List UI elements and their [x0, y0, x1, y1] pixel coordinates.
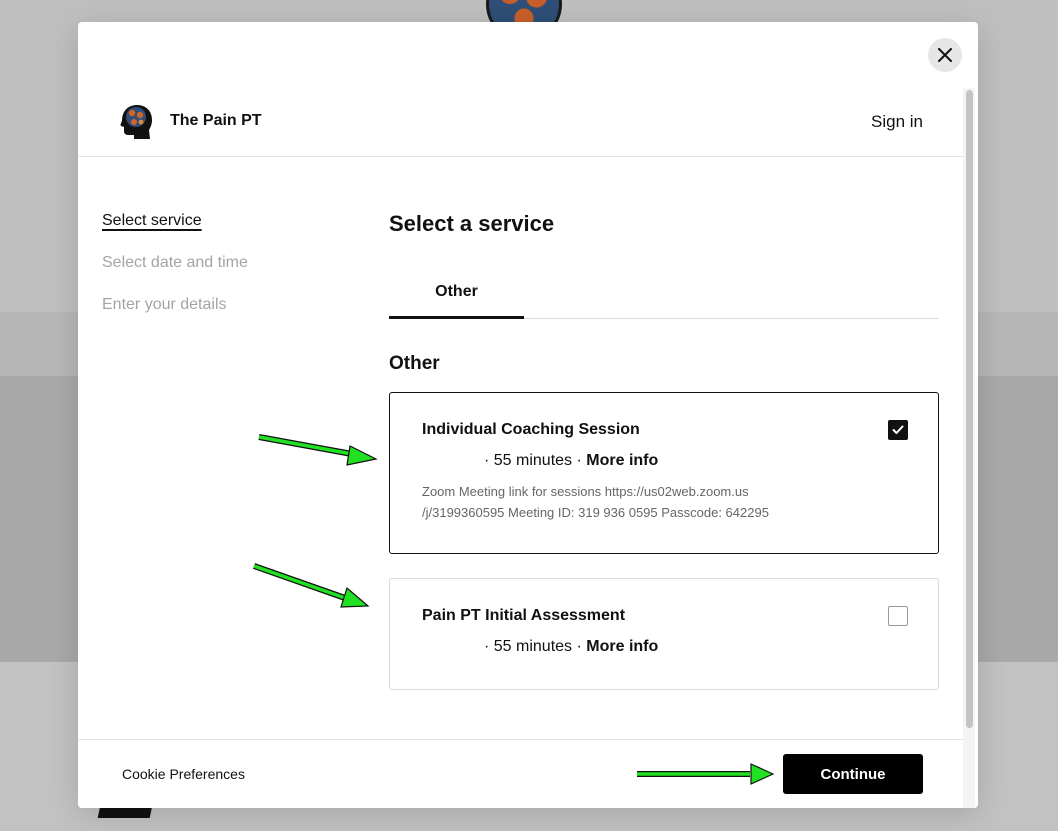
- continue-button[interactable]: Continue: [783, 754, 923, 794]
- scrollbar-thumb[interactable]: [966, 90, 973, 728]
- service-card-initial-assessment[interactable]: Pain PT Initial Assessment · 55 minutes …: [389, 578, 939, 690]
- step-select-service[interactable]: Select service: [102, 211, 248, 253]
- service-card-individual-coaching[interactable]: Individual Coaching Session · 55 minutes…: [389, 392, 939, 554]
- service-duration: · 55 minutes ·: [484, 452, 587, 469]
- service-meta: · 55 minutes · More info: [484, 452, 658, 470]
- cookie-preferences-link[interactable]: Cookie Preferences: [122, 766, 245, 782]
- step-label: Select date and time: [102, 254, 248, 271]
- tab-other[interactable]: Other: [389, 273, 524, 319]
- sign-in-link[interactable]: Sign in: [871, 112, 923, 132]
- step-label: Enter your details: [102, 296, 227, 313]
- brand-name: The Pain PT: [170, 112, 262, 129]
- booking-modal: The Pain PT Sign in Select service Selec…: [78, 22, 978, 808]
- close-icon: [938, 48, 952, 62]
- service-name: Individual Coaching Session: [422, 421, 640, 438]
- more-info-link[interactable]: More info: [586, 452, 658, 469]
- service-checkbox[interactable]: [888, 420, 908, 440]
- more-info-link[interactable]: More info: [586, 638, 658, 655]
- modal-footer: Cookie Preferences Continue: [78, 739, 963, 808]
- modal-header: The Pain PT Sign in: [78, 88, 963, 157]
- page-title: Select a service: [389, 211, 555, 236]
- step-label: Select service: [102, 212, 202, 229]
- category-tabs: Other: [389, 273, 939, 319]
- step-navigation: Select service Select date and time Ente…: [102, 211, 248, 337]
- service-description: Zoom Meeting link for sessions https://u…: [422, 484, 769, 520]
- service-checkbox[interactable]: [888, 606, 908, 626]
- step-enter-details: Enter your details: [102, 295, 248, 337]
- checkmark-icon: [892, 425, 904, 434]
- close-button[interactable]: [928, 38, 962, 72]
- service-duration: · 55 minutes ·: [484, 638, 587, 655]
- service-meta: · 55 minutes · More info: [484, 638, 658, 656]
- step-select-date-time: Select date and time: [102, 253, 248, 295]
- brand-logo-icon: [120, 105, 152, 139]
- service-name: Pain PT Initial Assessment: [422, 607, 626, 624]
- section-title: Other: [389, 353, 440, 374]
